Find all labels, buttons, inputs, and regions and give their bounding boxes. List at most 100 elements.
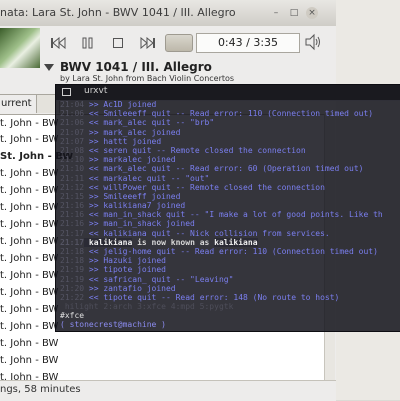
player-window-title: nata: Lara St. John - BWV 1041 / III. Al… xyxy=(0,6,236,19)
terminal-timestamp: 21:16 xyxy=(60,219,85,229)
track-title: BWV 1041 / III. Allegro xyxy=(60,60,212,74)
list-item[interactable]: t. John - BW xyxy=(0,336,333,352)
terminal-timestamp: 21:17 xyxy=(60,228,85,238)
terminal-timestamp: 21:16 xyxy=(60,201,85,211)
terminal-prompt: ( stonecrest@machine ) xyxy=(60,320,166,329)
terminal-line: 21:04 >> Ac1D joined xyxy=(60,100,400,109)
terminal-timestamp: 21:19 xyxy=(60,265,85,275)
terminal-message: << kalikiana quit -- Nick collision from… xyxy=(84,228,330,238)
player-statusbar: ngs, 58 minutes xyxy=(0,380,336,401)
track-subtitle: by Lara St. John from Bach Violin Concer… xyxy=(60,74,235,83)
terminal-icon xyxy=(62,88,71,96)
terminal-message: << seren quit -- Remote closed the conne… xyxy=(84,145,306,155)
prev-button[interactable] xyxy=(46,31,70,55)
stop-icon xyxy=(113,38,123,48)
terminal-message: >> Smileeeff joined xyxy=(84,191,181,201)
terminal-message: << jelig-home quit -- Read error: 110 (C… xyxy=(84,247,378,256)
terminal-timestamp: 21:22 xyxy=(60,292,85,302)
terminal-timestamp: 21:17 xyxy=(60,237,85,247)
terminal-line: 21:06 << Smileeeff quit -- Read error: 1… xyxy=(60,109,400,118)
terminal-line: 21:10 >> markalec joined xyxy=(60,155,400,164)
terminal-timestamp: 21:07 xyxy=(60,136,85,146)
terminal-timestamp: 21:15 xyxy=(60,191,85,201)
terminal-line: 21:10 << mark_alec quit -- Read error: 6… xyxy=(60,164,400,173)
terminal-line: 21:22 << tipote quit -- Read error: 148 … xyxy=(60,293,400,302)
terminal-line: 21:11 << markalec quit -- "out" xyxy=(60,174,400,183)
terminal-channel-input[interactable]: #xfce xyxy=(60,311,84,320)
terminal-message: >> mark_alec joined xyxy=(84,127,181,137)
terminal-message: << mark_alec quit -- Read error: 60 (Ope… xyxy=(84,164,364,174)
terminal-line: 21:18 << jelig-home quit -- Read error: … xyxy=(60,247,400,256)
terminal-line: hilight 2:arch 3:xfce 4:mpd 5:pygtk xyxy=(60,302,400,311)
terminal-line: 21:16 >> man_in_shack joined xyxy=(60,219,400,228)
terminal-timestamp: 21:12 xyxy=(60,182,85,192)
terminal-message: >> tipote joined xyxy=(84,265,166,275)
terminal-nick-new: kalikiana xyxy=(214,237,258,247)
terminal-message: hilight 2:arch 3:xfce 4:mpd 5:pygtk xyxy=(60,302,234,312)
terminal-message: << Smileeeff quit -- Read error: 110 (Co… xyxy=(84,109,374,119)
maximize-icon[interactable]: □ xyxy=(288,7,300,19)
terminal-message: >> markalec joined xyxy=(84,155,176,165)
terminal-timestamp: 21:10 xyxy=(60,155,85,165)
minimize-icon[interactable]: – xyxy=(270,7,282,19)
stop-button[interactable] xyxy=(106,31,130,55)
terminal-timestamp: 21:18 xyxy=(60,256,85,266)
terminal-message: << willPower quit -- Remote closed the c… xyxy=(84,182,325,192)
next-button[interactable] xyxy=(136,31,160,55)
terminal-line: 21:07 >> mark_alec joined xyxy=(60,128,400,137)
next-icon xyxy=(140,37,155,49)
terminal-timestamp: 21:06 xyxy=(60,118,85,128)
terminal-line: 21:15 >> Smileeeff joined xyxy=(60,192,400,201)
terminal-line: 21:16 >> kalikiana7 joined xyxy=(60,201,400,210)
terminal-timestamp: 21:08 xyxy=(60,145,85,155)
terminal-line: 21:07 >> hattt joined xyxy=(60,137,400,146)
terminal-output: 21:04 >> Ac1D joined 21:06 << Smileeeff q… xyxy=(60,100,400,312)
player-titlebar[interactable]: nata: Lara St. John - BWV 1041 / III. Al… xyxy=(0,0,336,27)
seek-slider[interactable] xyxy=(165,34,193,52)
terminal-timestamp: 21:04 xyxy=(60,100,85,109)
terminal-line: 21:19 >> tipote joined xyxy=(60,265,400,274)
terminal-message: >> zantafio joined xyxy=(84,283,176,293)
terminal-line: 21:19 << safrican_ quit -- "Leaving" xyxy=(60,275,400,284)
close-icon[interactable]: × xyxy=(306,7,318,19)
time-display: 0:43 / 3:35 xyxy=(196,33,300,53)
terminal-line: 21:18 >> Hazuki joined xyxy=(60,256,400,265)
terminal-message: >> Hazuki joined xyxy=(84,256,166,266)
terminal-message: >> hattt joined xyxy=(84,136,162,146)
terminal-line: 21:06 << mark_alec quit -- "brb" xyxy=(60,118,400,127)
terminal-message: >> man_in_shack joined xyxy=(84,219,195,229)
terminal-timestamp: 21:16 xyxy=(60,210,85,220)
pause-icon xyxy=(82,37,93,49)
terminal-message: << safrican_ quit -- "Leaving" xyxy=(84,274,234,284)
terminal-message: >> kalikiana7 joined xyxy=(84,201,186,211)
tab-current[interactable]: urrent xyxy=(0,94,39,113)
terminal-message: << tipote quit -- Read error: 148 (No ro… xyxy=(84,292,340,302)
volume-icon[interactable] xyxy=(304,33,324,53)
terminal-nick-old: kalikiana xyxy=(84,237,133,247)
list-item[interactable]: t. John - BW xyxy=(0,353,333,369)
terminal-line: 21:08 << seren quit -- Remote closed the… xyxy=(60,146,400,155)
terminal-line: 21:17 << kalikiana quit -- Nick collisio… xyxy=(60,229,400,238)
terminal-line: 21:20 >> zantafio joined xyxy=(60,284,400,293)
terminal-line: 21:12 << willPower quit -- Remote closed… xyxy=(60,183,400,192)
terminal-timestamp: 21:19 xyxy=(60,274,85,284)
terminal-message: is now known as xyxy=(132,237,215,247)
terminal-timestamp: 21:07 xyxy=(60,127,85,137)
terminal-line: 21:16 << man_in_shack quit -- "I make a … xyxy=(60,210,400,219)
prev-icon xyxy=(51,37,66,49)
terminal-timestamp: 21:10 xyxy=(60,164,85,174)
status-text: ngs, 58 minutes xyxy=(0,384,81,395)
album-art xyxy=(0,28,40,68)
terminal-timestamp: 21:20 xyxy=(60,283,85,293)
pause-button[interactable] xyxy=(76,31,100,55)
terminal-timestamp: 21:18 xyxy=(60,247,85,256)
terminal-message: << markalec quit -- "out" xyxy=(84,173,210,183)
expander-arrow-icon[interactable] xyxy=(44,64,54,71)
terminal-window[interactable]: urxvt 21:04 >> Ac1D joined 21:06 << Smile… xyxy=(55,84,400,332)
terminal-line: 21:17 kalikiana is now known as kalikian… xyxy=(60,237,400,247)
terminal-timestamp: 21:06 xyxy=(60,109,85,119)
terminal-message: << man_in_shack quit -- "I make a lot of… xyxy=(84,210,383,220)
terminal-timestamp: 21:11 xyxy=(60,173,85,183)
terminal-title: urxvt xyxy=(84,86,108,96)
terminal-titlebar[interactable]: urxvt xyxy=(56,85,400,101)
